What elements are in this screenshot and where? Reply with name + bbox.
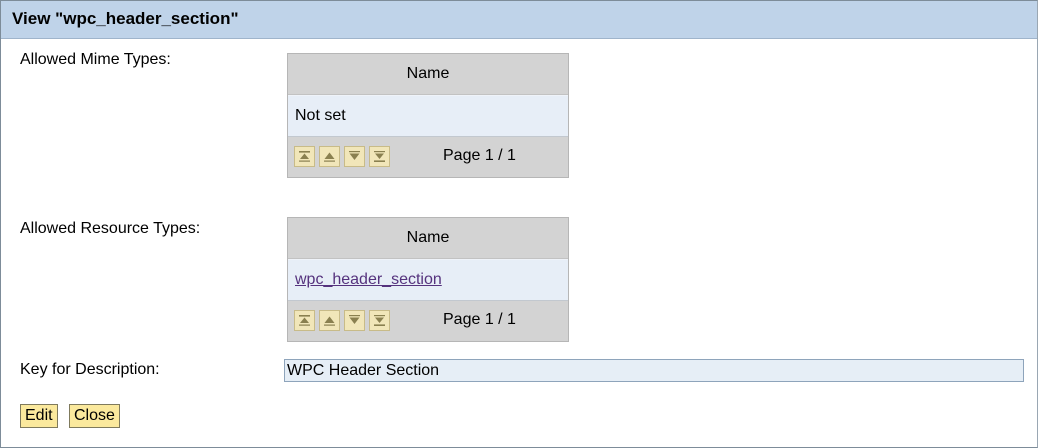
title-bar: View "wpc_header_section" bbox=[1, 1, 1037, 39]
resource-types-label: Allowed Resource Types: bbox=[20, 220, 201, 237]
close-button[interactable]: Close bbox=[69, 404, 120, 428]
next-page-icon bbox=[349, 315, 360, 324]
last-page-icon bbox=[374, 315, 385, 326]
last-page-button[interactable] bbox=[369, 146, 390, 167]
next-page-button[interactable] bbox=[344, 310, 365, 331]
first-page-button[interactable] bbox=[294, 310, 315, 331]
mime-types-row-value: Not set bbox=[295, 107, 346, 124]
next-page-button[interactable] bbox=[344, 146, 365, 167]
first-page-button[interactable] bbox=[294, 146, 315, 167]
first-page-icon bbox=[299, 151, 310, 162]
resource-types-page-indicator: Page 1 / 1 bbox=[443, 311, 516, 328]
next-page-icon bbox=[349, 151, 360, 160]
resource-types-pager: Page 1 / 1 bbox=[288, 301, 568, 341]
mime-types-page-indicator: Page 1 / 1 bbox=[443, 147, 516, 164]
previous-page-button[interactable] bbox=[319, 146, 340, 167]
resource-types-row: wpc_header_section bbox=[288, 259, 568, 301]
previous-page-icon bbox=[324, 316, 335, 326]
last-page-button[interactable] bbox=[369, 310, 390, 331]
mime-types-name-header: Name bbox=[288, 54, 568, 95]
view-title: View "wpc_header_section" bbox=[12, 9, 239, 28]
mime-types-pager: Page 1 / 1 bbox=[288, 137, 568, 177]
resource-types-name-header: Name bbox=[288, 218, 568, 259]
previous-page-icon bbox=[324, 152, 335, 162]
description-key-label: Key for Description: bbox=[20, 361, 160, 378]
resource-types-table: Name wpc_header_section Page 1 / 1 bbox=[287, 217, 569, 342]
first-page-icon bbox=[299, 315, 310, 326]
edit-button[interactable]: Edit bbox=[20, 404, 58, 428]
description-key-field[interactable]: WPC Header Section bbox=[284, 359, 1024, 382]
mime-types-label: Allowed Mime Types: bbox=[20, 51, 171, 68]
mime-types-table: Name Not set Page 1 / 1 bbox=[287, 53, 569, 178]
resource-type-link[interactable]: wpc_header_section bbox=[295, 271, 442, 288]
last-page-icon bbox=[374, 151, 385, 162]
mime-types-row: Not set bbox=[288, 95, 568, 137]
previous-page-button[interactable] bbox=[319, 310, 340, 331]
